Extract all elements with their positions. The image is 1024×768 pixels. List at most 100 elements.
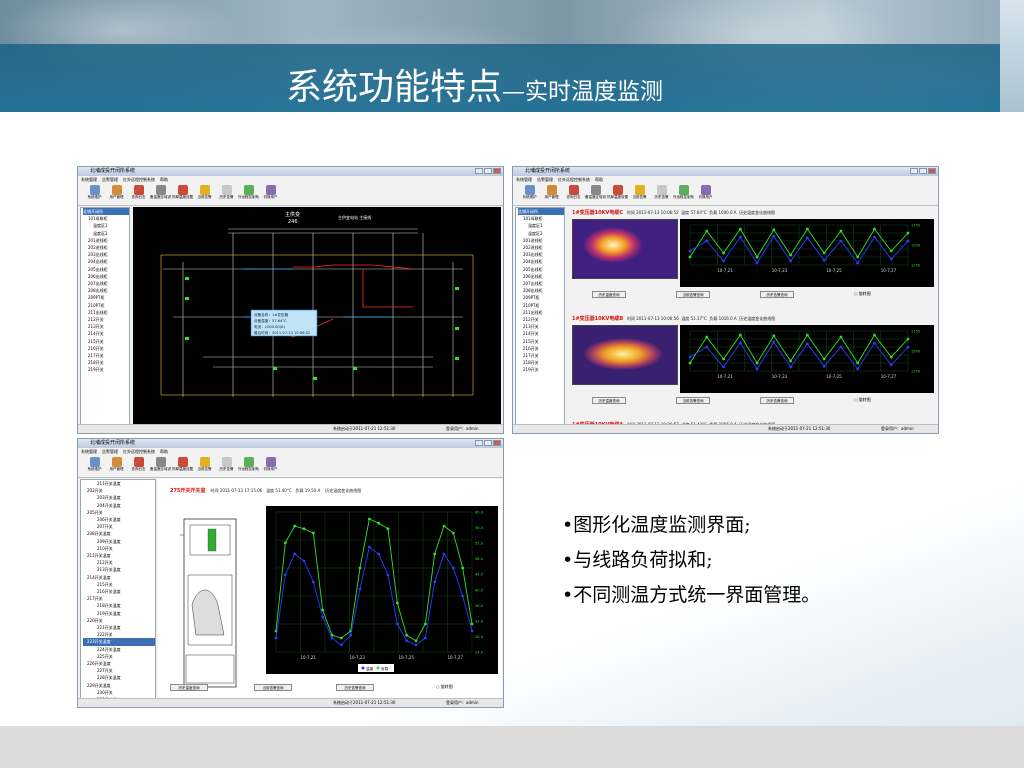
tree-item[interactable]: 220开关 xyxy=(83,617,155,624)
tree-item[interactable]: 202进线柜 xyxy=(518,244,564,251)
rotate-radio[interactable]: ○ 旋转图 xyxy=(436,684,453,690)
history-temp-button[interactable]: 历史温度查询 xyxy=(592,397,626,404)
tree-item[interactable]: 216开关 xyxy=(83,345,129,352)
tree-item[interactable]: 203出线柜 xyxy=(518,251,564,258)
tree-item[interactable]: 204出线柜 xyxy=(83,258,129,265)
tree-item[interactable]: 211开关温度 xyxy=(83,552,155,559)
menu-system[interactable]: 系统管理 xyxy=(81,177,97,182)
toolbar-button[interactable]: 历史告警 xyxy=(216,455,237,477)
history-curve-link[interactable]: 历史温度变化曲线图 xyxy=(739,316,775,321)
tree-item[interactable]: 213开关温度 xyxy=(83,566,155,573)
close-button[interactable] xyxy=(493,440,501,446)
toolbar-button[interactable]: 红外远程控制系统 xyxy=(238,183,259,205)
menu-help[interactable]: 帮助 xyxy=(595,177,603,182)
tree-item[interactable]: 207出线柜 xyxy=(518,280,564,287)
tree-item[interactable]: 214开关 xyxy=(518,330,564,337)
tree-item[interactable]: 206出线柜 xyxy=(83,273,129,280)
menu-infrared[interactable]: 红外远程控制系统 xyxy=(123,177,155,182)
close-button[interactable] xyxy=(928,168,936,174)
tree-item[interactable]: 203开关温度 xyxy=(83,494,155,501)
wiring-diagram[interactable]: 主供变 246 主供变电站 主接线 设备名称：1#变压器 设备温度：57.64°… xyxy=(133,207,501,425)
tree-item[interactable]: 213开关 xyxy=(83,323,129,330)
toolbar-button[interactable]: 用户管理 xyxy=(541,183,562,205)
tree-item[interactable]: 217开关 xyxy=(83,595,155,602)
current-alarm-button[interactable]: 当前告警查询 xyxy=(676,397,710,404)
tree-item[interactable]: 212开关 xyxy=(518,316,564,323)
current-alarm-button[interactable]: 当前告警查询 xyxy=(676,291,710,298)
tree-item[interactable]: 212开关 xyxy=(83,316,129,323)
tree-item[interactable]: 218开关 xyxy=(518,359,564,366)
tree-item[interactable]: 217开关 xyxy=(518,352,564,359)
tree-item[interactable]: 208出线柜 xyxy=(83,287,129,294)
tree-item[interactable]: 219开关温度 xyxy=(83,610,155,617)
tree-item[interactable]: 温度区2 xyxy=(518,230,564,237)
tree-item[interactable]: 222开关 xyxy=(83,631,155,638)
menu-alarm[interactable]: 告警管理 xyxy=(537,177,553,182)
tree-item[interactable]: 北埔开闭所 xyxy=(518,208,564,216)
tree-item[interactable]: 215开关 xyxy=(518,338,564,345)
tree-item[interactable]: 205出线柜 xyxy=(518,266,564,273)
tree-item[interactable]: 229开关温度 xyxy=(83,682,155,689)
tree-item[interactable]: 205开关 xyxy=(83,509,155,516)
toolbar-button[interactable]: 系统维护 xyxy=(519,183,540,205)
tree-item[interactable]: 215开关 xyxy=(83,581,155,588)
menu-alarm[interactable]: 告警管理 xyxy=(102,177,118,182)
tree-item[interactable]: 225开关 xyxy=(83,653,155,660)
menu-system[interactable]: 系统管理 xyxy=(516,177,532,182)
history-temp-button[interactable]: 历史温度查询 xyxy=(592,291,626,298)
tree-item[interactable]: 201进线柜 xyxy=(83,237,129,244)
tree-item[interactable]: 温度区1 xyxy=(83,222,129,229)
tree-item[interactable]: 204出线柜 xyxy=(518,258,564,265)
tree-item[interactable]: 211出线柜 xyxy=(83,309,129,316)
maximize-button[interactable] xyxy=(484,440,492,446)
toolbar-button[interactable]: 用户管理 xyxy=(106,183,127,205)
tree-item[interactable]: 温度区2 xyxy=(83,230,129,237)
toolbar-button[interactable]: 历史告警 xyxy=(651,183,672,205)
tree-item[interactable]: 217开关 xyxy=(83,352,129,359)
tree-item[interactable]: 219开关 xyxy=(83,366,129,373)
current-alarm-button[interactable]: 当前告警查询 xyxy=(254,684,292,691)
tree-item[interactable]: 228开关温度 xyxy=(83,674,155,681)
tree-item[interactable]: 216开关温度 xyxy=(83,588,155,595)
tree-item[interactable]: 205出线柜 xyxy=(83,266,129,273)
toolbar-button[interactable]: 查询日志 xyxy=(128,455,149,477)
tree-item[interactable]: 206开关温度 xyxy=(83,516,155,523)
tree-item[interactable]: 温度区1 xyxy=(518,222,564,229)
toolbar-button[interactable]: 查询日志 xyxy=(563,183,584,205)
toolbar-button[interactable]: 当前告警 xyxy=(194,183,215,205)
tree-item[interactable]: 224开关温度 xyxy=(83,646,155,653)
menu-infrared[interactable]: 红外远程控制系统 xyxy=(558,177,590,182)
rotate-radio[interactable]: ○ 旋转图 xyxy=(854,397,871,403)
toolbar-button[interactable]: 红外远程控制系统 xyxy=(673,183,694,205)
tree-item[interactable]: 211出线柜 xyxy=(518,309,564,316)
toolbar-button[interactable]: 红外远程控制系统 xyxy=(238,455,259,477)
tree-item[interactable]: 218开关温度 xyxy=(83,602,155,609)
tree-item[interactable]: 202进线柜 xyxy=(83,244,129,251)
tree-item[interactable]: 210PT柜 xyxy=(83,302,129,309)
toolbar-button[interactable]: 用户管理 xyxy=(106,455,127,477)
tree-item[interactable]: 227开关 xyxy=(83,667,155,674)
tree-item[interactable]: 213开关 xyxy=(518,323,564,330)
tree-item[interactable]: 201进线柜 xyxy=(518,237,564,244)
toolbar-button[interactable]: 热释温度设置 xyxy=(607,183,628,205)
toolbar-button[interactable]: 设备温度区域设置 xyxy=(150,455,171,477)
toolbar-button[interactable]: 当前告警 xyxy=(194,455,215,477)
device-tree[interactable]: 北埔开闭所 101母联柜 温度区1 温度区2 201进线柜 202进线柜 203出线柜 204… xyxy=(515,207,565,425)
tree-item[interactable]: 214开关温度 xyxy=(83,574,155,581)
toolbar-button[interactable]: 系统维护 xyxy=(84,455,105,477)
device-tree[interactable]: 211开关温度 202开关 203开关温度 204开关温度 205开关 206开关温度 20… xyxy=(80,479,156,699)
maximize-button[interactable] xyxy=(919,168,927,174)
tree-item[interactable]: 221开关温度 xyxy=(83,624,155,631)
toolbar-button[interactable]: 当前告警 xyxy=(629,183,650,205)
toolbar-button[interactable]: 历史告警 xyxy=(216,183,237,205)
toolbar-button[interactable]: 设备温度区域设置 xyxy=(150,183,171,205)
toolbar-button[interactable]: 切换用户 xyxy=(260,455,281,477)
toolbar-button[interactable]: 热释温度设置 xyxy=(172,455,193,477)
tree-item[interactable]: 208开关温度 xyxy=(83,530,155,537)
tree-item[interactable]: 207出线柜 xyxy=(83,280,129,287)
toolbar-button[interactable]: 热释温度设置 xyxy=(172,183,193,205)
tree-item[interactable]: 208出线柜 xyxy=(518,287,564,294)
minimize-button[interactable] xyxy=(475,168,483,174)
minimize-button[interactable] xyxy=(910,168,918,174)
maximize-button[interactable] xyxy=(484,168,492,174)
